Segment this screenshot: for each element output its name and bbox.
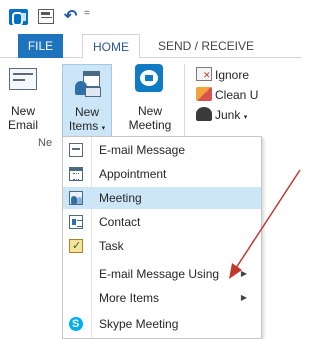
new-items-label-1: New — [74, 105, 99, 119]
submenu-arrow-icon: ▶ — [240, 269, 247, 278]
tab-file[interactable]: FILE — [18, 34, 63, 58]
new-email-label-1: New — [10, 104, 35, 118]
menu-item-label: Appointment — [99, 167, 167, 181]
quick-access-toolbar: ↶ = — [0, 0, 302, 34]
menu-item-skype-meeting[interactable]: Skype Meeting — [63, 313, 261, 335]
teamviewer-meeting-icon — [135, 64, 163, 92]
new-items-button[interactable]: New Items ▾ — [62, 64, 112, 147]
ribbon-divider — [184, 64, 185, 136]
meeting-icon — [69, 191, 83, 205]
menu-item-label: Task — [99, 239, 124, 253]
menu-item-more-items[interactable]: More Items ▶ — [63, 287, 261, 309]
ribbon-tab-row: FILE HOME SEND / RECEIVE — [0, 34, 302, 59]
appointment-icon — [69, 167, 83, 181]
ribbon-home: New Email New Items ▾ New Meeting Ignore… — [0, 58, 302, 148]
clean-up-button[interactable]: Clean U — [196, 86, 258, 104]
menu-item-contact[interactable]: Contact — [63, 211, 261, 233]
group-label-new: Ne — [38, 137, 53, 149]
ignore-button[interactable]: Ignore — [196, 66, 249, 84]
new-email-icon — [9, 68, 37, 90]
undo-icon[interactable]: ↶ — [64, 6, 77, 26]
task-icon — [69, 239, 83, 253]
menu-item-email-message-using[interactable]: E-mail Message Using ▶ — [63, 263, 261, 285]
customize-qat-icon[interactable]: = — [84, 8, 90, 19]
outlook-icon[interactable] — [9, 9, 28, 26]
skype-icon — [69, 317, 83, 331]
menu-item-task[interactable]: Task — [63, 235, 261, 257]
submenu-arrow-icon: ▶ — [240, 293, 247, 302]
new-meeting-label-1: New — [137, 104, 162, 118]
email-message-icon — [69, 143, 83, 157]
menu-item-label: E-mail Message Using — [99, 267, 220, 281]
menu-item-meeting[interactable]: Meeting — [63, 187, 261, 209]
new-email-label-2: Email — [7, 118, 38, 132]
menu-item-label: E-mail Message — [99, 143, 186, 157]
menu-item-label: Meeting — [99, 191, 142, 205]
menu-item-label: More Items — [99, 291, 160, 305]
new-items-icon — [73, 69, 101, 97]
menu-item-label: Contact — [99, 215, 141, 229]
tab-send-receive[interactable]: SEND / RECEIVE — [156, 34, 256, 58]
new-items-menu: E-mail Message Appointment Meeting Conta… — [62, 136, 262, 339]
clean-up-icon — [196, 87, 212, 101]
new-meeting-label-2: Meeting — [128, 118, 172, 132]
send-receive-all-icon[interactable] — [38, 9, 54, 24]
tab-home[interactable]: HOME — [82, 34, 140, 59]
menu-item-label: Skype Meeting — [99, 317, 179, 331]
junk-icon — [196, 107, 212, 121]
ignore-icon — [196, 67, 212, 81]
new-items-label-2: Items ▾ — [68, 119, 106, 133]
menu-item-email-message[interactable]: E-mail Message — [63, 139, 261, 161]
contact-icon — [69, 215, 83, 229]
menu-item-appointment[interactable]: Appointment — [63, 163, 261, 185]
junk-button[interactable]: Junk ▾ — [196, 106, 247, 124]
